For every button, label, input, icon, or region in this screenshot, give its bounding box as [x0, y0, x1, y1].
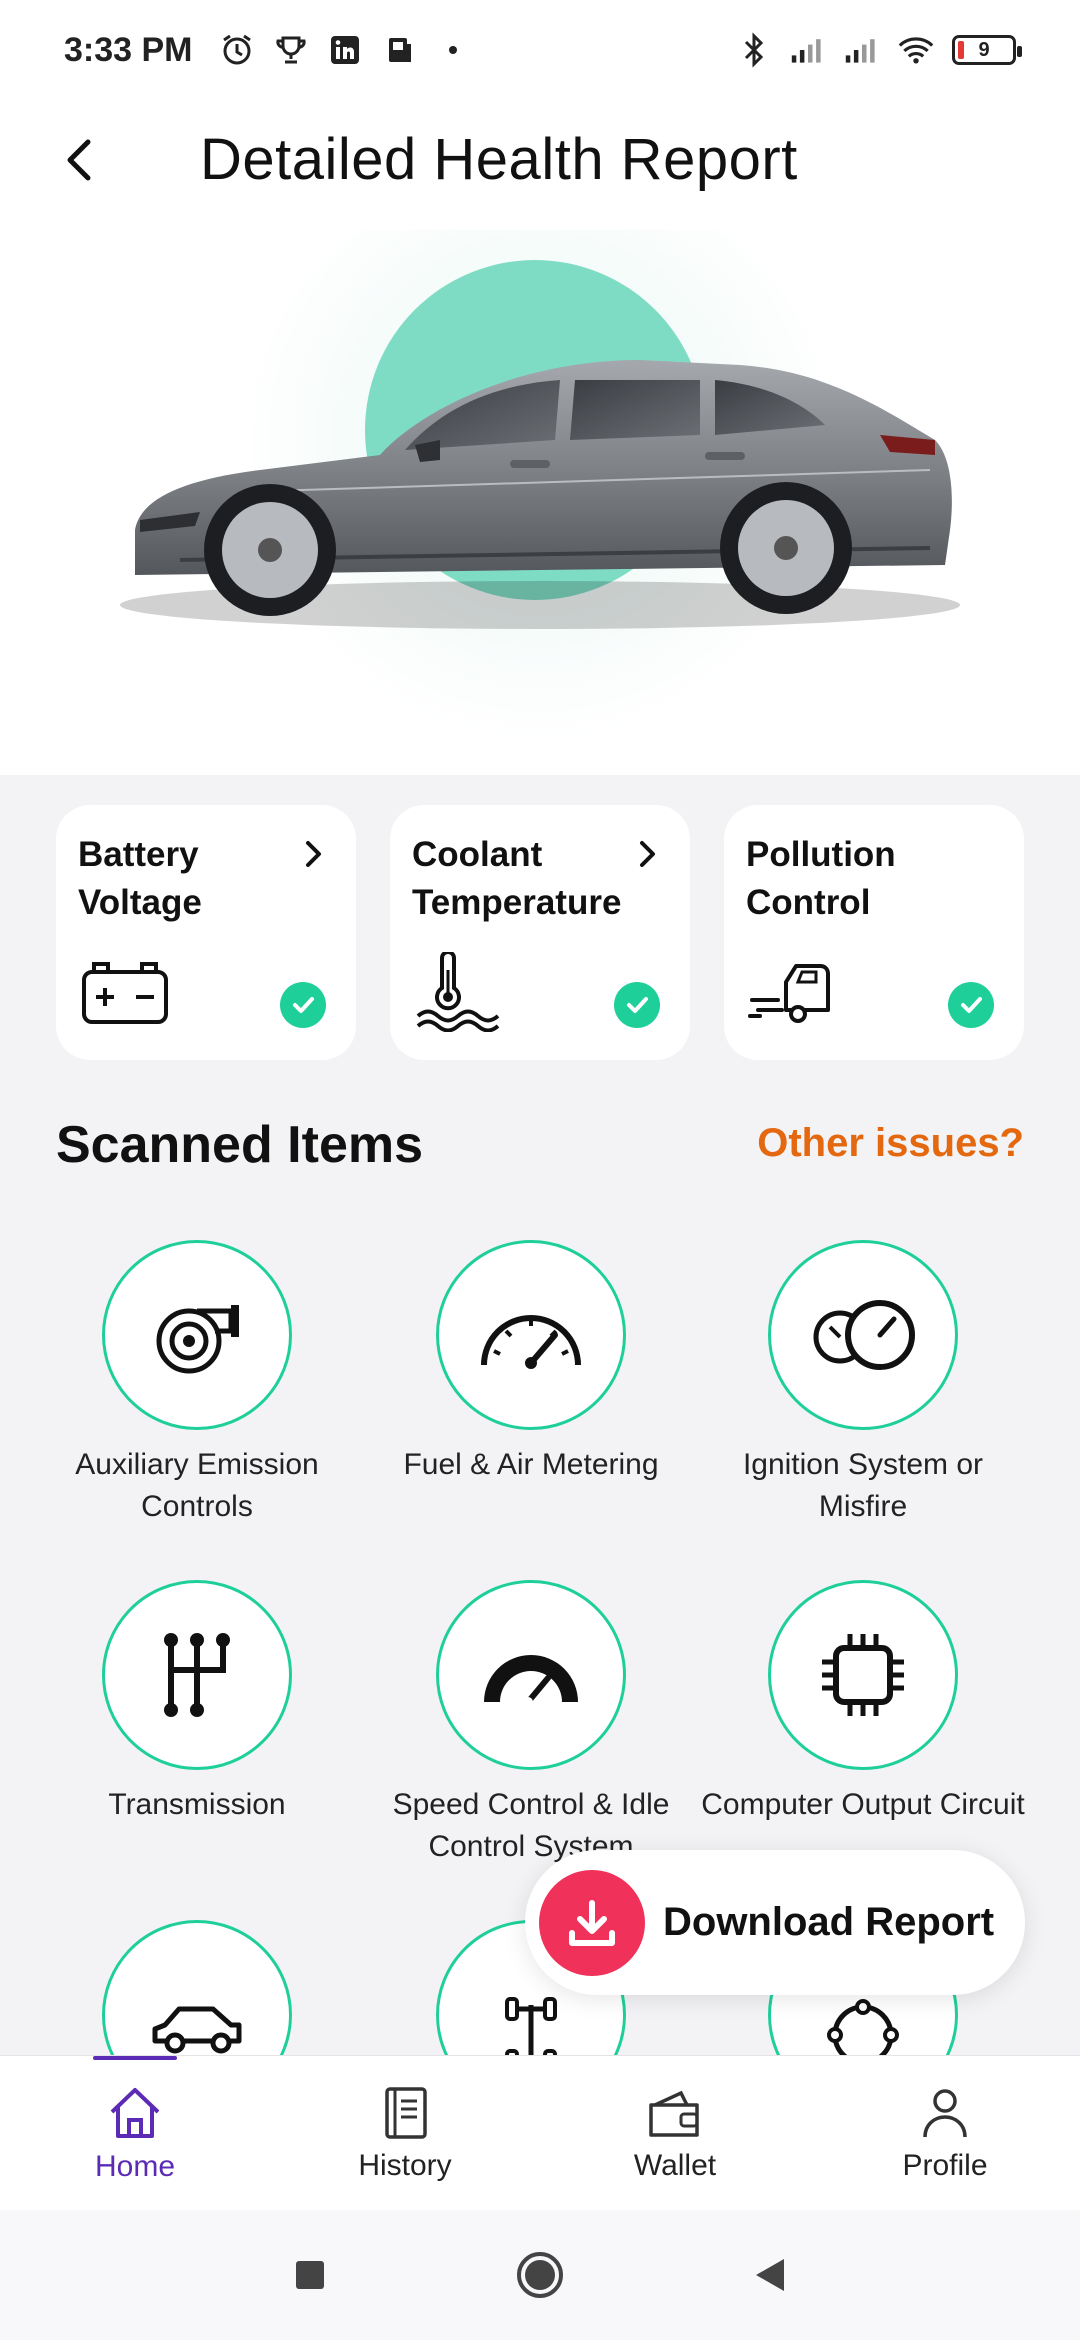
speed-gauge-icon	[484, 1655, 578, 1707]
active-tab-indicator	[93, 2056, 177, 2060]
back-system-button[interactable]	[740, 2245, 800, 2305]
scan-item-computer-output[interactable]: Computer Output Circuit	[698, 1580, 1028, 1826]
metric-card-coolant-temperature[interactable]: Coolant Temperature	[390, 805, 690, 1060]
scan-icon-circle	[436, 1240, 626, 1430]
linkedin-icon	[327, 32, 363, 68]
exhaust-car-icon	[748, 964, 830, 1023]
scan-item-fuel-air-metering[interactable]: Fuel & Air Metering	[366, 1240, 696, 1486]
signal-icon	[844, 32, 880, 68]
scan-icon-circle	[768, 1240, 958, 1430]
battery-level: 9	[978, 38, 990, 61]
chevron-right-icon	[640, 841, 655, 867]
turbo-icon	[156, 1305, 239, 1374]
nav-item-home[interactable]: Home	[0, 2056, 270, 2210]
status-time: 3:33 PM	[64, 30, 193, 69]
chevron-left-icon	[67, 139, 91, 181]
metric-title: Battery Voltage	[78, 835, 202, 922]
scan-icon-circle	[436, 1580, 626, 1770]
metric-title: Coolant Temperature	[412, 835, 622, 922]
trophy-icon	[273, 32, 309, 68]
signal-icon	[790, 32, 826, 68]
status-ok-badge	[280, 982, 326, 1028]
nav-item-history[interactable]: History	[270, 2056, 540, 2210]
scan-item-auxiliary-emission[interactable]: Auxiliary Emission Controls	[32, 1240, 362, 1528]
back-button[interactable]	[50, 130, 110, 190]
scan-icon-circle	[102, 1240, 292, 1430]
nav-label: Home	[94, 2150, 176, 2183]
triangle-back-icon	[756, 2259, 784, 2291]
download-icon	[539, 1869, 645, 1976]
circle-icon	[517, 2252, 563, 2298]
metric-title: Pollution Control	[746, 835, 896, 922]
scan-icon-circle	[102, 1580, 292, 1770]
scan-label: Computer Output Circuit	[701, 1788, 1025, 1821]
nav-item-wallet[interactable]: Wallet	[540, 2056, 810, 2210]
page-title: Detailed Health Report	[200, 127, 798, 192]
scan-label: Fuel & Air Metering	[403, 1448, 659, 1481]
home-icon	[110, 2088, 160, 2138]
nav-label: History	[358, 2149, 452, 2182]
status-ok-badge	[948, 982, 994, 1028]
status-ok-badge	[614, 982, 660, 1028]
wifi-icon	[898, 32, 934, 68]
gauges-icon	[813, 1300, 915, 1370]
check-icon	[627, 997, 648, 1013]
recent-apps-button[interactable]	[280, 2245, 340, 2305]
system-navigation	[0, 2210, 1080, 2340]
chip-icon	[822, 1634, 904, 1716]
status-bar: 3:33 PM 9	[0, 0, 1080, 100]
bottom-navigation: Home History Wallet Profile	[0, 2055, 1080, 2210]
home-system-button[interactable]	[510, 2245, 570, 2305]
nav-label: Wallet	[633, 2149, 717, 2182]
download-report-button[interactable]: Download Report	[525, 1850, 1025, 1995]
speedometer-icon	[481, 1315, 581, 1369]
person-icon	[923, 2089, 967, 2138]
nav-item-profile[interactable]: Profile	[810, 2056, 1080, 2210]
app-header: Detailed Health Report	[0, 110, 1080, 210]
download-report-label: Download Report	[663, 1900, 995, 1944]
check-icon	[961, 997, 982, 1013]
nav-label: Profile	[902, 2149, 988, 2182]
metric-card-pollution-control[interactable]: Pollution Control	[724, 805, 1024, 1060]
chevron-right-icon	[306, 841, 321, 867]
check-icon	[293, 997, 314, 1013]
thermometer-icon	[416, 952, 500, 1032]
book-icon	[385, 2087, 427, 2139]
battery-icon: 9	[952, 35, 1022, 65]
scan-icon-circle	[768, 1580, 958, 1770]
scan-item-speed-control[interactable]: Speed Control & Idle Control System	[366, 1580, 696, 1868]
car-hero-image	[0, 170, 1080, 775]
notification-dot-icon	[435, 32, 471, 68]
metric-card-battery-voltage[interactable]: Battery Voltage	[56, 805, 356, 1060]
scan-item-ignition-system[interactable]: Ignition System or Misfire	[698, 1240, 1028, 1528]
scan-label: Transmission	[108, 1788, 286, 1821]
other-issues-link[interactable]: Other issues?	[757, 1121, 1024, 1166]
app-notification-icon	[381, 32, 417, 68]
bluetooth-icon	[736, 32, 772, 68]
section-title: Scanned Items	[56, 1116, 424, 1174]
scan-item-transmission[interactable]: Transmission	[32, 1580, 362, 1826]
scan-label: Ignition System or Misfire	[742, 1448, 984, 1523]
square-icon	[296, 2261, 324, 2289]
wallet-icon	[649, 2090, 699, 2137]
alarm-icon	[219, 32, 255, 68]
scan-label: Auxiliary Emission Controls	[75, 1448, 319, 1523]
car-battery-icon	[82, 962, 168, 1024]
gear-shift-icon	[164, 1633, 230, 1717]
